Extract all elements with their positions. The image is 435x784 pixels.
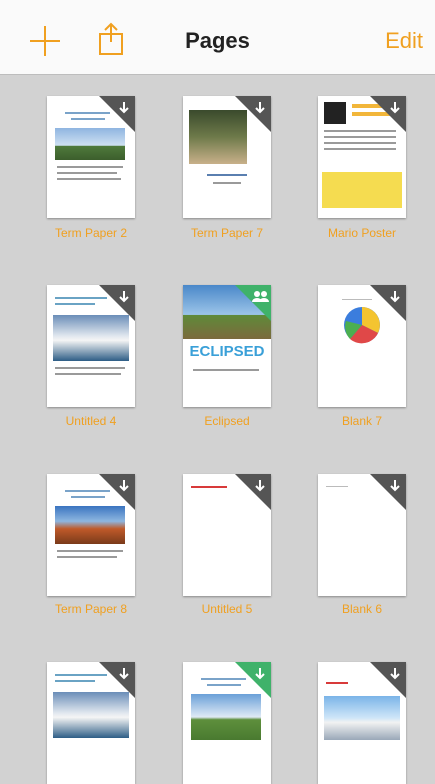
- document-thumbnail[interactable]: [47, 662, 135, 784]
- document-name[interactable]: Blank 6: [297, 602, 427, 616]
- document-thumbnail[interactable]: [318, 662, 406, 784]
- document-name[interactable]: Untitled 4: [26, 414, 156, 428]
- document-thumbnail[interactable]: [47, 285, 135, 407]
- document-thumbnail[interactable]: ECLIPSED: [183, 285, 271, 407]
- document-highlight: [322, 172, 402, 208]
- document-name[interactable]: Untitled 5: [162, 602, 292, 616]
- download-icon[interactable]: [235, 474, 271, 510]
- download-icon[interactable]: [235, 662, 271, 698]
- download-icon[interactable]: [370, 285, 406, 321]
- document-name[interactable]: Mario Poster: [297, 226, 427, 240]
- document-thumbnail[interactable]: [318, 96, 406, 218]
- document-name[interactable]: Term Paper 2: [26, 226, 156, 240]
- download-icon[interactable]: [370, 96, 406, 132]
- document-photo: [324, 696, 400, 740]
- document-photo: [324, 102, 346, 124]
- document-thumbnail[interactable]: [183, 474, 271, 596]
- page-title: Pages: [185, 28, 250, 53]
- edit-button[interactable]: Edit: [385, 28, 423, 54]
- document-thumbnail[interactable]: [183, 96, 271, 218]
- download-icon[interactable]: [99, 474, 135, 510]
- document-name[interactable]: Blank 7: [297, 414, 427, 428]
- document-name[interactable]: Term Paper 8: [26, 602, 156, 616]
- download-icon[interactable]: [235, 96, 271, 132]
- document-thumbnail[interactable]: [318, 474, 406, 596]
- document-photo: [55, 128, 125, 160]
- document-name[interactable]: Term Paper 7: [162, 226, 292, 240]
- document-thumbnail[interactable]: [318, 285, 406, 407]
- download-icon[interactable]: [99, 285, 135, 321]
- document-thumbnail[interactable]: [183, 662, 271, 784]
- download-icon[interactable]: [370, 662, 406, 698]
- document-photo: [53, 692, 129, 738]
- document-photo: [55, 506, 125, 544]
- shared-icon[interactable]: [235, 285, 271, 321]
- document-cover-text: ECLIPSED: [189, 343, 265, 360]
- download-icon[interactable]: [99, 662, 135, 698]
- download-icon[interactable]: [99, 96, 135, 132]
- document-thumbnail[interactable]: [47, 96, 135, 218]
- document-name[interactable]: Eclipsed: [162, 414, 292, 428]
- download-icon[interactable]: [370, 474, 406, 510]
- document-thumbnail[interactable]: [47, 474, 135, 596]
- document-photo: [53, 315, 129, 361]
- nav-bar: Pages Edit: [0, 0, 435, 75]
- document-photo: [191, 694, 261, 740]
